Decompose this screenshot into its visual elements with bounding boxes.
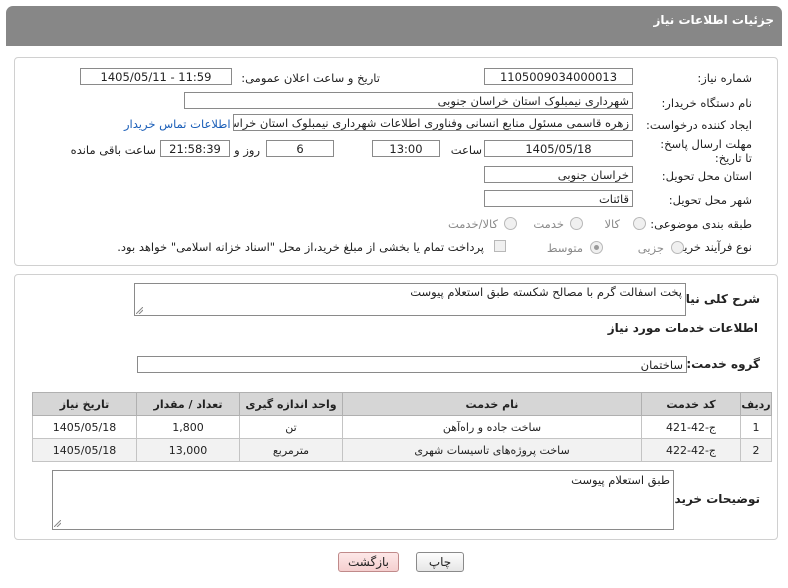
col-header-unit: واحد اندازه گیری	[239, 392, 343, 416]
summary-field[interactable]: پخت اسفالت گرم با مصالح شکسته طبق استعلا…	[134, 283, 686, 316]
days-remaining-field: 6	[266, 140, 334, 157]
buyer-org-field: شهرداری نیمبلوک استان خراسان جنوبی	[184, 92, 633, 109]
creator-label: ایجاد کننده درخواست:	[646, 118, 752, 132]
deadline-label: مهلت ارسال پاسخ: تا تاریخ:	[660, 137, 752, 165]
resize-handle-icon[interactable]	[136, 307, 143, 314]
days-label: روز و	[234, 143, 260, 157]
table-row: 2 ج-42-422 ساخت پروژه‌های تاسیسات شهری م…	[32, 438, 772, 462]
category-goods-service-label: کالا/خدمت	[447, 217, 498, 231]
category-service-label: خدمت	[533, 217, 564, 231]
treasury-payment-note: پرداخت تمام یا بخشی از مبلغ خرید،از محل …	[117, 240, 484, 254]
buyer-notes-text: طبق استعلام پیوست	[571, 473, 670, 487]
announce-date-label: تاریخ و ساعت اعلان عمومی:	[241, 71, 380, 85]
service-group-field: ساختمان	[137, 356, 687, 373]
buyer-contact-link[interactable]: اطلاعات تماس خریدار	[124, 117, 231, 131]
col-header-service-name: نام خدمت	[342, 392, 642, 416]
province-label: استان محل تحویل:	[661, 169, 752, 183]
services-table: ردیف کد خدمت نام خدمت واحد اندازه گیری ت…	[32, 392, 772, 462]
service-group-label: گروه خدمت:	[686, 357, 760, 371]
category-service-radio[interactable]	[570, 217, 583, 230]
remaining-time-field: 21:58:39	[160, 140, 230, 157]
table-row: 1 ج-42-421 ساخت جاده و راه‌آهن تن 1,800 …	[32, 415, 772, 439]
deadline-time-field: 13:00	[372, 140, 440, 157]
remaining-time-label: ساعت باقی مانده	[70, 143, 156, 157]
treasury-payment-checkbox[interactable]	[494, 240, 506, 252]
process-medium-label: متوسط	[546, 241, 583, 255]
col-header-need-date: تاریخ نیاز	[32, 392, 137, 416]
buyer-org-label: نام دستگاه خریدار:	[661, 96, 752, 110]
province-field: خراسان جنوبی	[484, 166, 633, 183]
quantity-cell: 1,800	[136, 415, 240, 439]
table-header-row: ردیف کد خدمت نام خدمت واحد اندازه گیری ت…	[32, 392, 772, 416]
quantity-cell: 13,000	[136, 438, 240, 462]
resize-handle-icon[interactable]	[54, 520, 61, 527]
service-name-cell: ساخت جاده و راه‌آهن	[342, 415, 642, 439]
summary-label: شرح کلی نیاز:	[674, 292, 760, 306]
service-code-cell: ج-42-421	[641, 415, 741, 439]
category-label: طبقه بندی موضوعی:	[650, 217, 752, 231]
summary-text: پخت اسفالت گرم با مصالح شکسته طبق استعلا…	[410, 285, 682, 299]
back-button[interactable]: بازگشت	[338, 552, 399, 572]
services-section-title: اطلاعات خدمات مورد نیاز	[607, 321, 758, 335]
row-number-cell: 2	[740, 438, 772, 462]
col-header-service-code: کد خدمت	[641, 392, 741, 416]
deadline-date-field: 1405/05/18	[484, 140, 633, 157]
process-partial-label: جزیی	[637, 241, 664, 255]
unit-cell: مترمربع	[239, 438, 343, 462]
need-date-cell: 1405/05/18	[32, 438, 137, 462]
process-medium-radio[interactable]	[590, 241, 603, 254]
city-label: شهر محل تحویل:	[668, 193, 752, 207]
need-number-label: شماره نیاز:	[697, 71, 752, 85]
deadline-time-label: ساعت	[450, 143, 482, 157]
col-header-row-number: ردیف	[740, 392, 772, 416]
need-date-cell: 1405/05/18	[32, 415, 137, 439]
category-goods-label: کالا	[604, 217, 620, 231]
row-number-cell: 1	[740, 415, 772, 439]
unit-cell: تن	[239, 415, 343, 439]
category-goods-service-radio[interactable]	[504, 217, 517, 230]
service-name-cell: ساخت پروژه‌های تاسیسات شهری	[342, 438, 642, 462]
print-button[interactable]: چاپ	[416, 552, 464, 572]
need-number-field: 1105009034000013	[484, 68, 633, 85]
buyer-notes-field[interactable]: طبق استعلام پیوست	[52, 470, 674, 530]
category-goods-radio[interactable]	[633, 217, 646, 230]
page-title: جزئیات اطلاعات نیاز	[653, 13, 774, 27]
process-partial-radio[interactable]	[671, 241, 684, 254]
creator-field: زهره قاسمی مسئول منابع انسانی وفناوری اط…	[233, 114, 633, 131]
city-field: قائنات	[484, 190, 633, 207]
announce-date-field: 1405/05/11 - 11:59	[80, 68, 232, 85]
service-code-cell: ج-42-422	[641, 438, 741, 462]
col-header-quantity: تعداد / مقدار	[136, 392, 240, 416]
